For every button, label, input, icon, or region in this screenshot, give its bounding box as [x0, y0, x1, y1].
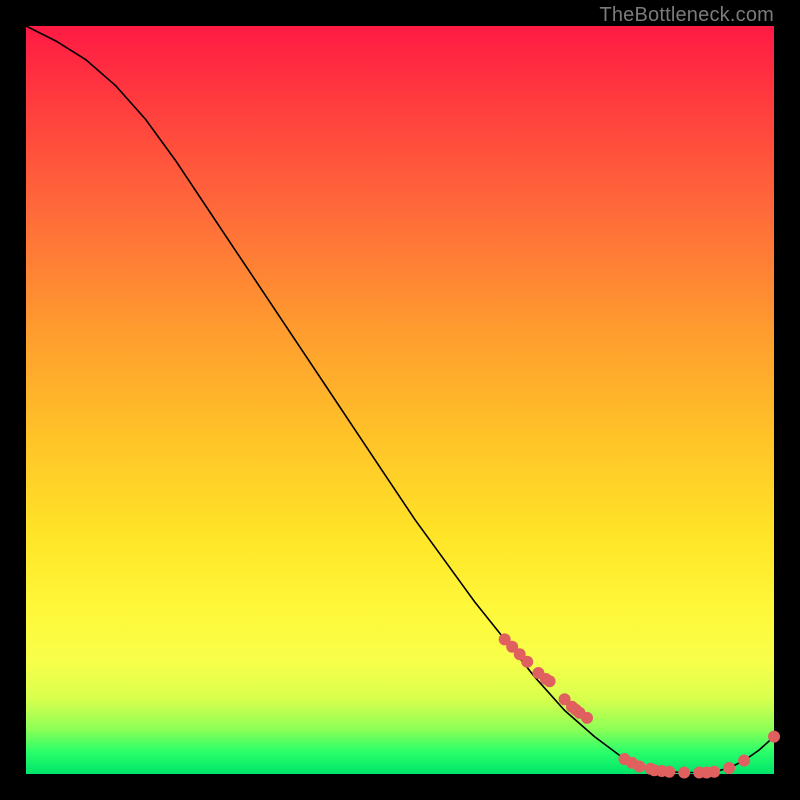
data-point [679, 767, 690, 778]
data-point [582, 712, 593, 723]
highlight-points [499, 634, 779, 778]
chart-overlay [26, 26, 774, 774]
chart-frame: TheBottleneck.com [0, 0, 800, 800]
data-point [739, 755, 750, 766]
data-point [664, 766, 675, 777]
bottleneck-curve [26, 26, 774, 773]
data-point [634, 761, 645, 772]
data-point [544, 676, 555, 687]
data-point [769, 731, 780, 742]
data-point [522, 656, 533, 667]
attribution-label: TheBottleneck.com [599, 4, 774, 27]
data-point [709, 766, 720, 777]
data-point [724, 763, 735, 774]
